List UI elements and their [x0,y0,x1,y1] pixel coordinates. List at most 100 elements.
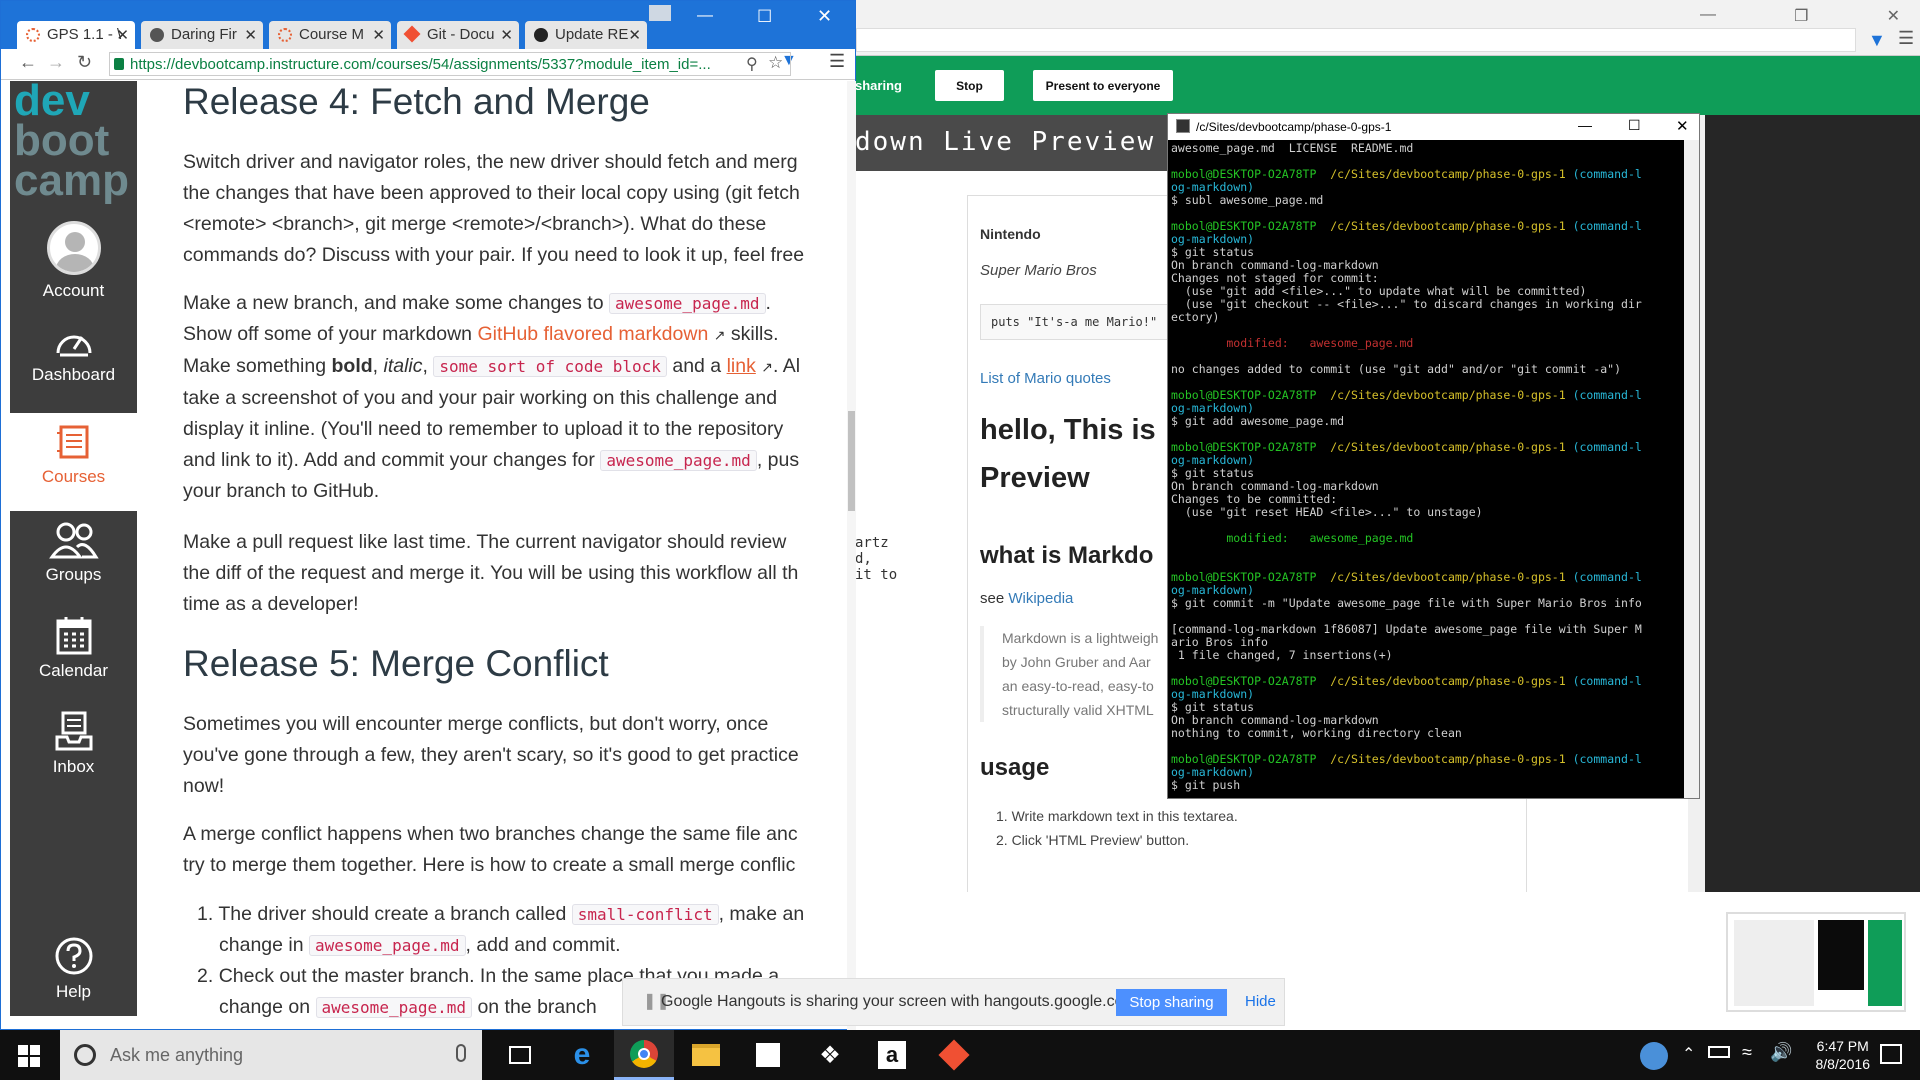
terminal-window[interactable]: /c/Sites/devbootcamp/phase-0-gps-1 — ☐ ✕… [1167,113,1700,799]
maximize-icon[interactable]: ☐ [757,7,772,27]
profile-icon[interactable] [649,5,671,21]
prompt-user: mobol@DESKTOP-O2A78TP [1171,674,1317,688]
zoom-icon[interactable]: ⚲ [746,54,758,74]
git-icon[interactable] [924,1030,984,1080]
tab-course-modules[interactable]: Course M ✕ [269,21,391,49]
edge-browser-icon[interactable]: e [552,1030,612,1080]
logo-line: camp [14,156,129,205]
minimize-icon[interactable]: — [697,7,713,25]
preview-see-line: see Wikipedia [980,590,1073,607]
wikipedia-link[interactable]: Wikipedia [1008,590,1073,607]
nav-calendar[interactable]: Calendar [10,615,137,705]
git-favicon-icon [403,25,421,43]
nav-dashboard[interactable]: Dashboard [10,323,137,413]
file-explorer-icon[interactable] [676,1030,736,1080]
stop-button[interactable]: Stop [935,70,1004,101]
bookmark-star-icon[interactable]: ☆ [768,53,784,73]
content-scrollbar[interactable] [847,81,856,1031]
text-line: Sometimes you will encounter merge confl… [183,713,769,735]
prompt-user: mobol@DESKTOP-O2A78TP [1171,167,1317,181]
text-line: the changes that have been approved to t… [183,182,800,204]
help-question-icon [55,937,92,975]
store-icon[interactable] [738,1030,798,1080]
close-icon[interactable]: ✕ [1887,6,1900,26]
microphone-icon[interactable] [456,1044,466,1062]
devbootcamp-logo[interactable]: dev boot camp [14,79,129,205]
nav-help[interactable]: Help [10,936,137,1016]
blockquote-line: by John Gruber and Aar [1002,654,1151,670]
nav-label: Account [42,281,105,300]
forward-icon[interactable]: → [47,52,65,73]
minimize-icon[interactable]: — [1578,117,1592,133]
nav-courses[interactable]: Courses [10,413,137,511]
text-line: <remote> <branch>, git merge <remote>/<b… [183,213,767,235]
windows-start-icon[interactable] [18,1045,40,1067]
stop-sharing-button[interactable]: Stop sharing [1116,989,1227,1016]
terminal-line: modified: awesome_page.md [1171,531,1414,545]
menu-icon[interactable]: ☰ [1898,28,1914,49]
close-tab-icon[interactable]: ✕ [372,26,385,44]
tab-daring-fireball[interactable]: Daring Fir ✕ [141,21,263,49]
extension-v-icon[interactable]: ▼ [1868,30,1886,51]
restore-icon[interactable]: ❐ [1794,6,1808,26]
close-tab-icon[interactable]: ✕ [628,26,641,44]
search-placeholder: Ask me anything [110,1044,244,1065]
volume-icon[interactable]: 🔊 [1770,1042,1792,1063]
tab-gps[interactable]: GPS 1.1 - \ ✕ [17,21,135,49]
close-tab-icon[interactable]: ✕ [500,26,513,44]
link-link[interactable]: link [727,355,756,377]
mario-quotes-link[interactable]: List of Mario quotes [980,370,1111,387]
url-bar[interactable]: https://devbootcamp.instructure.com/cour… [109,52,791,76]
prompt-path: /c/Sites/devbootcamp/phase-0-gps-1 [1316,752,1566,766]
show-hidden-icons-icon[interactable]: ⌃ [1682,1044,1695,1064]
action-center-icon[interactable] [1880,1044,1902,1064]
external-link-icon: ↗ [761,359,773,375]
text: Make a new branch, and make some changes… [183,292,604,314]
notification-alert-icon[interactable] [1640,1042,1668,1070]
cortana-search-box[interactable]: Ask me anything [60,1030,482,1080]
inline-code: awesome_page.md [315,997,473,1018]
text-line: Make a pull request like last time. The … [183,531,787,553]
participant-thumbnail[interactable] [1726,912,1906,1012]
clock-time: 6:47 PM [1816,1038,1869,1054]
screen-share-notification: ❚❚ Google Hangouts is sharing your scree… [622,978,1285,1026]
close-icon[interactable]: ✕ [817,6,832,27]
present-to-everyone-button[interactable]: Present to everyone [1033,70,1173,101]
hide-button[interactable]: Hide [1245,993,1276,1010]
editor-line: d, [855,551,872,567]
nav-groups[interactable]: Groups [10,521,137,611]
inline-code: awesome_page.md [600,450,757,471]
wifi-icon[interactable]: ≈ [1742,1042,1752,1063]
terminal-output[interactable]: awesome_page.md LICENSE README.md mobol@… [1168,140,1684,798]
maximize-icon[interactable]: ☐ [1628,117,1641,134]
prompt-user: mobol@DESKTOP-O2A78TP [1171,752,1317,766]
github-markdown-link[interactable]: GitHub flavored markdown [477,323,708,345]
chrome-icon[interactable] [614,1030,674,1080]
back-icon[interactable]: ← [19,52,37,73]
amazon-icon[interactable]: a [862,1030,922,1080]
dropbox-icon[interactable]: ❖ [800,1030,860,1080]
list-item: 1. The driver should create a branch cal… [197,903,805,925]
text: The driver should create a branch called [218,903,567,925]
tab-update-readme[interactable]: Update RE ✕ [525,21,647,49]
battery-icon[interactable] [1708,1046,1730,1058]
task-view-icon[interactable] [490,1030,550,1080]
content-scrollbar-thumb[interactable] [848,411,855,511]
nav-inbox[interactable]: Inbox [10,711,137,801]
menu-icon[interactable]: ☰ [829,51,845,72]
terminal-scrollbar[interactable] [1684,140,1699,798]
nav-account[interactable]: Account [10,221,137,311]
tab-git-docs[interactable]: Git - Docu ✕ [397,21,519,49]
preview-steps-list: 1. Write markdown text in this textarea.… [996,804,1238,852]
system-clock[interactable]: 6:47 PM 8/8/2016 [1816,1037,1871,1073]
background-address-bar[interactable] [856,28,1856,52]
presenter-name: Mobolaji [1644,954,1705,971]
text: change on [219,996,311,1018]
terminal-line: $ git add awesome_page.md [1171,414,1345,428]
close-tab-icon[interactable]: ✕ [244,26,257,44]
minimize-icon[interactable]: — [1700,6,1716,26]
close-icon[interactable]: ✕ [1676,117,1689,135]
presenter-tile[interactable]: Mobolaji [1628,912,1718,1012]
reload-icon[interactable]: ↻ [77,52,92,73]
close-tab-icon[interactable]: ✕ [116,26,129,44]
